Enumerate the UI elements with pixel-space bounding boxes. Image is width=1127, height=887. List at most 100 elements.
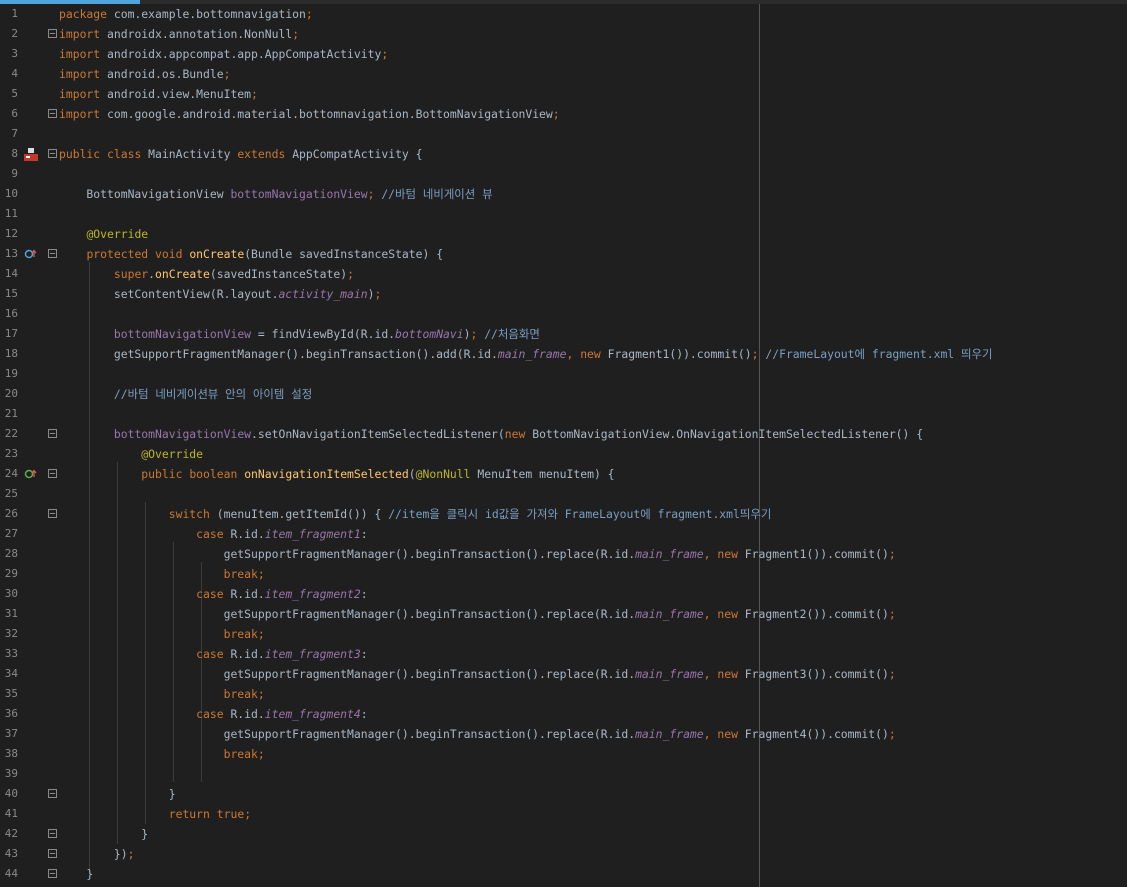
- code-line[interactable]: 32 break;: [0, 624, 1127, 644]
- code-text[interactable]: BottomNavigationView bottomNavigationVie…: [59, 184, 492, 204]
- code-line[interactable]: 3 import androidx.appcompat.app.AppCompat…: [0, 44, 1127, 64]
- code-line[interactable]: 33 case R.id.item_fragment3:: [0, 644, 1127, 664]
- code-line[interactable]: 18 getSupportFragmentManager().beginTran…: [0, 344, 1127, 364]
- code-text[interactable]: break;: [59, 564, 265, 584]
- code-text[interactable]: }: [59, 824, 148, 844]
- code-text[interactable]: }: [59, 864, 93, 884]
- code-line[interactable]: 43 });: [0, 844, 1127, 864]
- code-text[interactable]: setContentView(R.layout.activity_main);: [59, 284, 381, 304]
- code-line[interactable]: 40 }: [0, 784, 1127, 804]
- code-line[interactable]: 17 bottomNavigationView = findViewById(R…: [0, 324, 1127, 344]
- code-text[interactable]: package com.example.bottomnavigation;: [59, 4, 313, 24]
- code-line[interactable]: 16: [0, 304, 1127, 324]
- code-text[interactable]: import androidx.appcompat.app.AppCompatA…: [59, 44, 388, 64]
- code-line[interactable]: 21: [0, 404, 1127, 424]
- code-line[interactable]: 36 case R.id.item_fragment4:: [0, 704, 1127, 724]
- code-line[interactable]: 28 getSupportFragmentManager().beginTran…: [0, 544, 1127, 564]
- line-number: 1: [11, 7, 18, 20]
- code-line[interactable]: 31 getSupportFragmentManager().beginTran…: [0, 604, 1127, 624]
- code-editor[interactable]: 1 package com.example.bottomnavigation; 2 i…: [0, 4, 1127, 887]
- line-number: 14: [4, 267, 18, 280]
- code-line[interactable]: 30 case R.id.item_fragment2:: [0, 584, 1127, 604]
- code-line[interactable]: 10 BottomNavigationView bottomNavigation…: [0, 184, 1127, 204]
- line-number: 25: [4, 487, 18, 500]
- code-line[interactable]: 1 package com.example.bottomnavigation;: [0, 4, 1127, 24]
- code-line[interactable]: 39: [0, 764, 1127, 784]
- line-number: 28: [4, 547, 18, 560]
- code-line[interactable]: 5 import android.view.MenuItem;: [0, 84, 1127, 104]
- code-text[interactable]: }: [59, 784, 176, 804]
- line-number: 38: [4, 747, 18, 760]
- line-number: 5: [11, 87, 18, 100]
- code-text[interactable]: case R.id.item_fragment3:: [59, 644, 367, 664]
- code-line[interactable]: 6 import com.google.android.material.bott…: [0, 104, 1127, 124]
- code-line[interactable]: 37 getSupportFragmentManager().beginTran…: [0, 724, 1127, 744]
- code-line[interactable]: 25: [0, 484, 1127, 504]
- code-line[interactable]: 14 super.onCreate(savedInstanceState);: [0, 264, 1127, 284]
- code-text[interactable]: getSupportFragmentManager().beginTransac…: [59, 604, 896, 624]
- code-line[interactable]: 38 break;: [0, 744, 1127, 764]
- line-number: 10: [4, 187, 18, 200]
- code-line[interactable]: 29 break;: [0, 564, 1127, 584]
- code-text[interactable]: import androidx.annotation.NonNull;: [59, 24, 299, 44]
- code-text[interactable]: bottomNavigationView = findViewById(R.id…: [59, 324, 540, 344]
- code-line[interactable]: 27 case R.id.item_fragment1:: [0, 524, 1127, 544]
- code-text[interactable]: @Override: [59, 224, 148, 244]
- code-text[interactable]: case R.id.item_fragment4:: [59, 704, 367, 724]
- code-text[interactable]: case R.id.item_fragment1:: [59, 524, 367, 544]
- code-text[interactable]: @Override: [59, 444, 203, 464]
- code-text[interactable]: import android.view.MenuItem;: [59, 84, 258, 104]
- code-line[interactable]: 7: [0, 124, 1127, 144]
- code-line[interactable]: 11: [0, 204, 1127, 224]
- code-line[interactable]: 26 switch (menuItem.getItemId()) { //ite…: [0, 504, 1127, 524]
- line-number: 24: [4, 467, 18, 480]
- code-line[interactable]: 22 bottomNavigationView.setOnNavigationI…: [0, 424, 1127, 444]
- line-number: 9: [11, 167, 18, 180]
- code-line[interactable]: 20 //바텀 네비게이션뷰 안의 아이템 설정: [0, 384, 1127, 404]
- code-text[interactable]: getSupportFragmentManager().beginTransac…: [59, 344, 993, 364]
- code-text[interactable]: protected void onCreate(Bundle savedInst…: [59, 244, 443, 264]
- line-number: 34: [4, 667, 18, 680]
- code-text[interactable]: break;: [59, 744, 265, 764]
- code-line[interactable]: 2 import androidx.annotation.NonNull;: [0, 24, 1127, 44]
- code-line[interactable]: 35 break;: [0, 684, 1127, 704]
- code-line[interactable]: 8 public class MainActivity extends AppCo…: [0, 144, 1127, 164]
- code-text[interactable]: getSupportFragmentManager().beginTransac…: [59, 724, 896, 744]
- code-line[interactable]: 15 setContentView(R.layout.activity_main…: [0, 284, 1127, 304]
- code-text[interactable]: break;: [59, 684, 265, 704]
- line-number: 42: [4, 827, 18, 840]
- code-line[interactable]: 41 return true;: [0, 804, 1127, 824]
- line-number: 6: [11, 107, 18, 120]
- code-line[interactable]: 19: [0, 364, 1127, 384]
- code-text[interactable]: super.onCreate(savedInstanceState);: [59, 264, 354, 284]
- line-number: 32: [4, 627, 18, 640]
- code-text[interactable]: switch (menuItem.getItemId()) { //item을 …: [59, 504, 772, 524]
- code-text[interactable]: public class MainActivity extends AppCom…: [59, 144, 423, 164]
- code-line[interactable]: 4 import android.os.Bundle;: [0, 64, 1127, 84]
- code-text[interactable]: //바텀 네비게이션뷰 안의 아이템 설정: [59, 384, 312, 404]
- code-text[interactable]: break;: [59, 624, 265, 644]
- code-line[interactable]: 24 public boolean onNavigationItemSelect…: [0, 464, 1127, 484]
- code-text[interactable]: bottomNavigationView.setOnNavigationItem…: [59, 424, 923, 444]
- code-text[interactable]: return true;: [59, 804, 251, 824]
- line-number: 15: [4, 287, 18, 300]
- code-text[interactable]: public boolean onNavigationItemSelected(…: [59, 464, 614, 484]
- code-line[interactable]: 44 }: [0, 864, 1127, 884]
- code-line[interactable]: 34 getSupportFragmentManager().beginTran…: [0, 664, 1127, 684]
- code-line[interactable]: 9: [0, 164, 1127, 184]
- code-line[interactable]: 13 protected void onCreate(Bundle savedI…: [0, 244, 1127, 264]
- code-text[interactable]: case R.id.item_fragment2:: [59, 584, 367, 604]
- line-number: 4: [11, 67, 18, 80]
- code-text[interactable]: getSupportFragmentManager().beginTransac…: [59, 544, 896, 564]
- line-number: 41: [4, 807, 18, 820]
- code-line[interactable]: 12 @Override: [0, 224, 1127, 244]
- line-number: 23: [4, 447, 18, 460]
- code-text[interactable]: });: [59, 844, 135, 864]
- code-line[interactable]: 23 @Override: [0, 444, 1127, 464]
- code-text[interactable]: import com.google.android.material.botto…: [59, 104, 560, 124]
- code-text[interactable]: import android.os.Bundle;: [59, 64, 230, 84]
- line-number: 2: [11, 27, 18, 40]
- code-text[interactable]: getSupportFragmentManager().beginTransac…: [59, 664, 896, 684]
- line-number: 21: [4, 407, 18, 420]
- code-line[interactable]: 42 }: [0, 824, 1127, 844]
